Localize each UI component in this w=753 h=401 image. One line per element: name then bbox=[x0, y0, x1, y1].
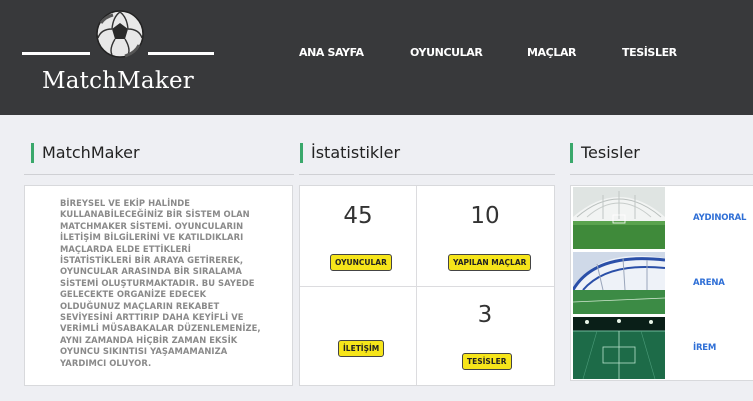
facilities-section-title: Tesisler bbox=[570, 143, 640, 163]
stats-grid: 45 OYUNCULAR 10 YAPILAN MAÇLAR İLETİŞİM … bbox=[299, 185, 555, 386]
stats-divider bbox=[299, 174, 555, 175]
stat-players-button[interactable]: OYUNCULAR bbox=[330, 254, 392, 271]
nav-item-matches[interactable]: MAÇLAR bbox=[527, 46, 577, 59]
facility-name[interactable]: AYDINORAL bbox=[693, 186, 746, 250]
stat-players-value: 45 bbox=[343, 203, 373, 229]
logo-line-left bbox=[22, 52, 90, 55]
facility-name[interactable]: ARENA bbox=[693, 251, 725, 315]
site-logo[interactable]: MatchMaker bbox=[22, 8, 214, 108]
nav-item-home[interactable]: ANA SAYFA bbox=[299, 46, 364, 59]
facility-image bbox=[573, 187, 665, 249]
stats-grid-divider-horizontal bbox=[300, 286, 554, 287]
facilities-list: AYDINORAL ARENA İREM bbox=[570, 185, 753, 381]
logo-line-right bbox=[148, 52, 214, 55]
stat-facilities-value: 3 bbox=[477, 302, 493, 328]
facilities-divider bbox=[570, 174, 753, 175]
about-section-title: MatchMaker bbox=[31, 143, 140, 163]
brand-name: MatchMaker bbox=[41, 68, 194, 94]
facility-item[interactable]: ARENA bbox=[571, 251, 753, 315]
facility-item[interactable]: AYDINORAL bbox=[571, 186, 753, 250]
facility-name[interactable]: İREM bbox=[693, 316, 716, 380]
site-header: MatchMaker ANA SAYFA OYUNCULAR MAÇLAR TE… bbox=[0, 0, 753, 115]
about-divider bbox=[24, 174, 294, 175]
facility-image bbox=[573, 317, 665, 379]
stats-section-title: İstatistikler bbox=[300, 143, 400, 163]
facility-image bbox=[573, 252, 665, 314]
nav-item-facilities[interactable]: TESİSLER bbox=[622, 46, 677, 59]
soccer-ball-icon bbox=[96, 10, 144, 58]
stat-matches-value: 10 bbox=[470, 203, 500, 229]
about-text: BİREYSEL VE EKİP HALİNDE KULLANABİLECEĞİ… bbox=[60, 198, 261, 368]
stat-matches-button[interactable]: YAPILAN MAÇLAR bbox=[448, 254, 532, 271]
nav-item-players[interactable]: OYUNCULAR bbox=[410, 46, 483, 59]
stat-facilities-button[interactable]: TESİSLER bbox=[462, 353, 512, 370]
about-card: BİREYSEL VE EKİP HALİNDE KULLANABİLECEĞİ… bbox=[24, 185, 293, 386]
contact-button[interactable]: İLETİŞİM bbox=[338, 340, 385, 357]
facility-item[interactable]: İREM bbox=[571, 316, 753, 380]
